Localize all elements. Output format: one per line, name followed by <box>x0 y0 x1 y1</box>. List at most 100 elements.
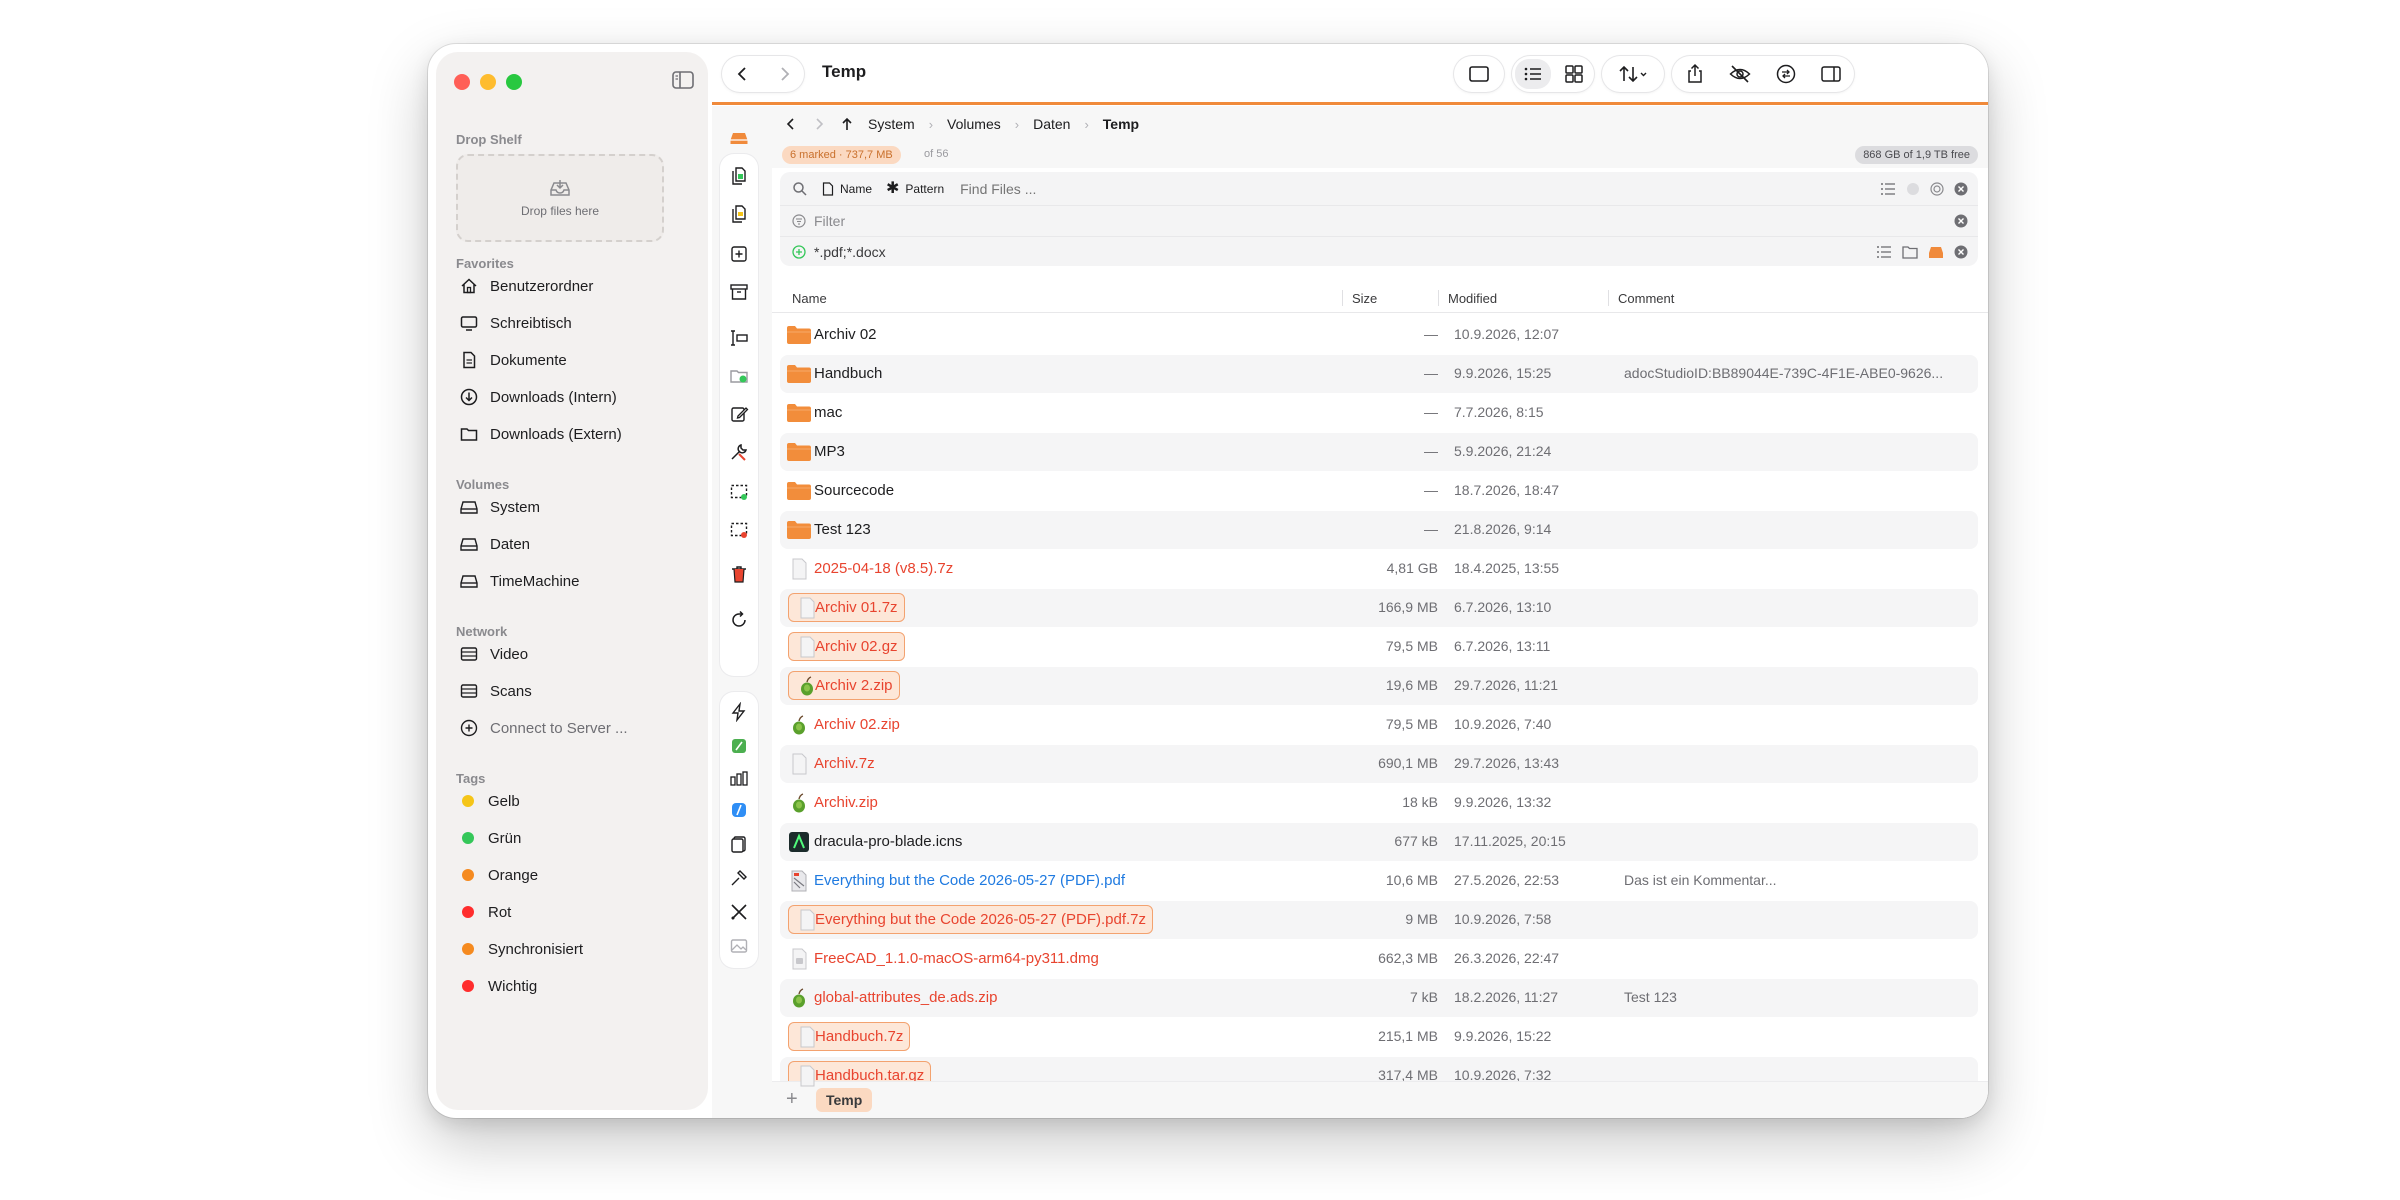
quick-action[interactable] <box>720 696 758 728</box>
deselect-action[interactable] <box>720 514 758 546</box>
link-action[interactable] <box>720 862 758 894</box>
list-view-button[interactable] <box>1514 59 1551 89</box>
file-row[interactable]: Archiv.7z 690,1 MB 29.7.2026, 13:43 <box>780 745 1978 783</box>
folder-row[interactable]: Archiv 02 — 10.9.2026, 12:07 <box>780 316 1978 354</box>
file-row[interactable]: 2025-04-18 (v8.5).7z 4,81 GB 18.4.2025, 13… <box>780 550 1978 588</box>
file-row[interactable]: Handbuch.7z 215,1 MB 9.9.2026, 15:22 <box>780 1018 1978 1056</box>
sidebar-item-benutzerordner[interactable]: Benutzerordner <box>460 272 593 300</box>
hidden-files-button[interactable] <box>1722 59 1758 89</box>
filter-input[interactable]: Filter <box>814 213 845 229</box>
file-row[interactable]: dracula-pro-blade.icns 677 kB 17.11.2025, … <box>780 823 1978 861</box>
sidebar-item-timemachine[interactable]: TimeMachine <box>460 567 579 595</box>
tag-gruen[interactable]: Grün <box>460 824 521 852</box>
sidebar-item-schreibtisch[interactable]: Schreibtisch <box>460 309 572 337</box>
clear-circle-icon[interactable] <box>1954 245 1968 259</box>
file-row[interactable]: Archiv.zip 18 kB 9.9.2026, 13:32 <box>780 784 1978 822</box>
sidebar-toggle-icon[interactable] <box>672 70 694 90</box>
tag-wichtig[interactable]: Wichtig <box>460 972 537 1000</box>
tools-action[interactable] <box>720 436 758 468</box>
column-modified-header[interactable]: Modified <box>1448 291 1497 306</box>
sidebar-item-connect-to-server[interactable]: Connect to Server ... <box>460 714 628 742</box>
column-comment-header[interactable]: Comment <box>1618 291 1674 306</box>
crumb-daten[interactable]: Daten <box>1033 116 1070 132</box>
folder-row[interactable]: Handbuch — 9.9.2026, 15:25 adocStudioID:BB8… <box>780 355 1978 393</box>
list-options-icon[interactable] <box>1880 182 1896 196</box>
find-files-input[interactable] <box>958 180 1563 198</box>
tag-rot[interactable]: Rot <box>460 898 511 926</box>
column-separator[interactable] <box>1608 290 1609 306</box>
crumb-volumes[interactable]: Volumes <box>947 116 1001 132</box>
disk-usage-action[interactable] <box>720 762 758 794</box>
folder-row[interactable]: mac — 7.7.2026, 8:15 <box>780 394 1978 432</box>
select-all-action[interactable] <box>720 476 758 508</box>
sidebar-item-daten[interactable]: Daten <box>460 530 530 558</box>
tag-orange[interactable]: Orange <box>460 861 538 889</box>
delete-action[interactable] <box>720 558 758 590</box>
file-row[interactable]: Archiv 2.zip 19,6 MB 29.7.2026, 11:21 <box>780 667 1978 705</box>
folder-row[interactable]: Test 123 — 21.8.2026, 9:14 <box>780 511 1978 549</box>
duplicate-action[interactable] <box>720 238 758 270</box>
folder-icon[interactable] <box>1902 245 1918 259</box>
image-action[interactable] <box>720 930 758 962</box>
search-by-pattern-toggle[interactable]: ✱ Pattern <box>886 181 944 197</box>
move-file-action[interactable] <box>720 198 758 230</box>
folder-row[interactable]: MP3 — 5.9.2026, 21:24 <box>780 433 1978 471</box>
target-icon[interactable] <box>1930 182 1944 196</box>
sidebar-item-system[interactable]: System <box>460 493 540 521</box>
zoom-window-button[interactable] <box>506 74 522 90</box>
pattern-input[interactable]: *.pdf;*.docx <box>814 244 886 260</box>
path-back-icon[interactable] <box>784 117 798 131</box>
column-separator[interactable] <box>1438 290 1439 306</box>
file-row[interactable]: Archiv 01.7z 166,9 MB 6.7.2026, 13:10 <box>780 589 1978 627</box>
file-row[interactable]: Archiv 02.zip 79,5 MB 10.9.2026, 7:40 <box>780 706 1978 744</box>
sidebar-item-dokumente[interactable]: Dokumente <box>460 346 567 374</box>
file-row[interactable]: global-attributes_de.ads.zip 7 kB 18.2.202… <box>780 979 1978 1017</box>
add-tab-button[interactable]: + <box>786 1088 798 1111</box>
sync-button[interactable] <box>1768 59 1804 89</box>
back-chevron-icon[interactable] <box>735 66 751 82</box>
app-launcher-action[interactable] <box>720 730 758 762</box>
clear-circle-icon[interactable] <box>1954 182 1968 196</box>
search-by-name-toggle[interactable]: Name <box>822 182 872 196</box>
crumb-temp[interactable]: Temp <box>1103 116 1139 132</box>
sidebar-item-downloads-extern[interactable]: Downloads (Extern) <box>460 420 622 448</box>
single-pane-button[interactable] <box>1461 59 1497 89</box>
tab-temp[interactable]: Temp <box>816 1088 873 1112</box>
file-row[interactable]: Archiv 02.gz 79,5 MB 6.7.2026, 13:11 <box>780 628 1978 666</box>
column-size-header[interactable]: Size <box>1352 291 1377 306</box>
file-row[interactable]: Everything but the Code 2026-05-27 (PDF)… <box>780 862 1978 900</box>
clipboard-action[interactable] <box>720 828 758 860</box>
inspector-toggle-button[interactable] <box>1813 59 1849 89</box>
volume-filter-icon[interactable] <box>1928 245 1944 259</box>
tag-gelb[interactable]: Gelb <box>460 787 520 815</box>
list-options-icon[interactable] <box>1876 245 1892 259</box>
sidebar-item-video[interactable]: Video <box>460 640 528 668</box>
rename-action[interactable] <box>720 322 758 354</box>
close-window-button[interactable] <box>454 74 470 90</box>
share-button[interactable] <box>1677 59 1713 89</box>
clear-circle-icon[interactable] <box>1954 214 1968 228</box>
column-name-header[interactable]: Name <box>792 291 827 306</box>
path-forward-icon[interactable] <box>812 117 826 131</box>
sidebar-item-downloads-intern[interactable]: Downloads (Intern) <box>460 383 617 411</box>
file-row[interactable]: Everything but the Code 2026-05-27 (PDF)… <box>780 901 1978 939</box>
sidebar-item-scans[interactable]: Scans <box>460 677 532 705</box>
volume-button[interactable] <box>720 122 758 154</box>
copy-file-action[interactable] <box>720 160 758 192</box>
sort-button[interactable] <box>1605 59 1661 89</box>
tag-synchronisiert[interactable]: Synchronisiert <box>460 935 583 963</box>
minimize-window-button[interactable] <box>480 74 496 90</box>
crumb-system[interactable]: System <box>868 116 915 132</box>
option-circle-icon[interactable] <box>1906 182 1920 196</box>
drop-shelf-area[interactable]: Drop files here <box>456 154 664 242</box>
add-pattern-icon[interactable] <box>792 245 806 259</box>
settings-tools-action[interactable] <box>720 896 758 928</box>
edit-action[interactable] <box>720 398 758 430</box>
refresh-action[interactable] <box>720 604 758 636</box>
new-folder-action[interactable] <box>720 360 758 392</box>
forward-chevron-icon[interactable] <box>776 66 792 82</box>
archive-action[interactable] <box>720 276 758 308</box>
folder-row[interactable]: Sourcecode — 18.7.2026, 18:47 <box>780 472 1978 510</box>
file-row[interactable]: FreeCAD_1.1.0-macOS-arm64-py311.dmg 662,3… <box>780 940 1978 978</box>
parent-folder-arrow-icon[interactable] <box>840 117 854 131</box>
